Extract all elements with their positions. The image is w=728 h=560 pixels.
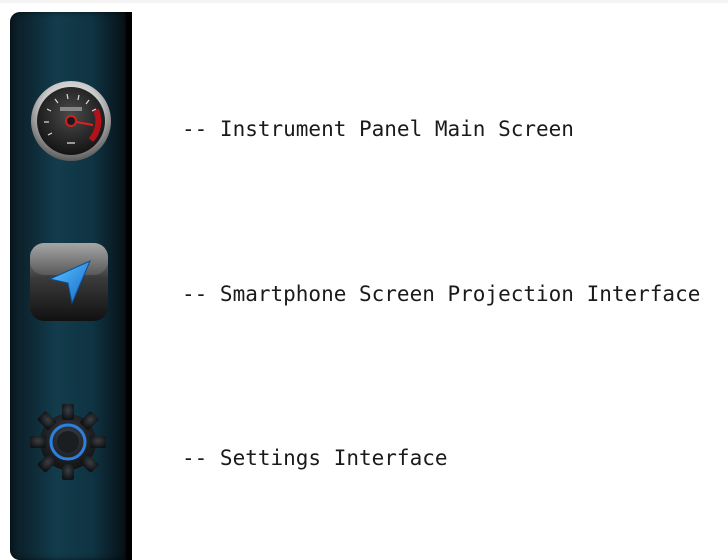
navigation-arrow-icon[interactable] (28, 241, 110, 323)
gear-icon[interactable] (24, 398, 112, 486)
settings-label: -- Settings Interface (182, 446, 448, 470)
top-divider (0, 0, 728, 3)
speedometer-icon[interactable] (30, 80, 112, 162)
screen-projection-label: -- Smartphone Screen Projection Interfac… (182, 282, 701, 306)
instrument-panel-label: -- Instrument Panel Main Screen (182, 117, 574, 141)
